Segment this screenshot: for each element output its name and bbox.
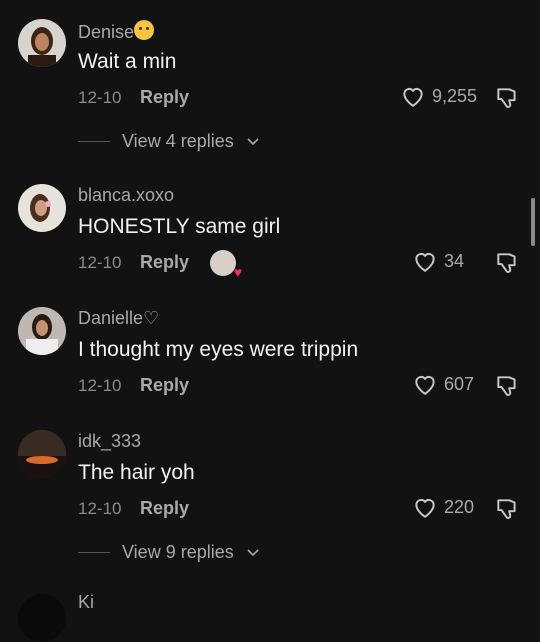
heart-icon (415, 376, 435, 395)
like-button[interactable]: 34 (412, 249, 464, 273)
username[interactable]: blanca.xoxo (78, 185, 174, 206)
comment-date: 12-10 (78, 499, 122, 518)
avatar[interactable] (18, 307, 66, 355)
heart-icon: ♥ (233, 264, 242, 280)
like-button[interactable]: 607 (412, 372, 474, 396)
chevron-down-icon (247, 548, 259, 556)
avatar[interactable] (18, 184, 66, 232)
heart-icon (415, 253, 435, 272)
like-button[interactable]: 220 (412, 495, 474, 519)
dislike-icon[interactable] (494, 373, 520, 399)
creator-liked-avatar: ♥ (210, 250, 242, 280)
comment-text: The hair yoh (78, 461, 195, 484)
heart-icon (403, 88, 423, 107)
avatar-image (18, 19, 66, 67)
dislike-icon[interactable] (494, 250, 520, 276)
dislike-icon[interactable] (494, 496, 520, 522)
comment-text: HONESTLY same girl (78, 215, 281, 238)
smiling-face-emoji-icon (134, 20, 155, 40)
view-replies-button[interactable]: View 9 replies (78, 542, 260, 563)
username[interactable]: idk_333 (78, 431, 141, 452)
comment-date: 12-10 (78, 88, 122, 107)
heart-icon (415, 499, 435, 518)
username[interactable]: Ki (78, 592, 94, 613)
reply-button[interactable]: Reply (140, 252, 189, 273)
view-replies-button[interactable]: View 4 replies (78, 131, 260, 152)
chevron-down-icon (247, 137, 259, 145)
reply-button[interactable]: Reply (140, 375, 189, 396)
comment-text: Wait a min (78, 50, 177, 73)
avatar-image (18, 430, 66, 478)
like-count: 220 (444, 496, 475, 517)
avatar[interactable] (18, 594, 66, 642)
dislike-icon[interactable] (494, 85, 520, 111)
like-button[interactable]: 9,255 (400, 84, 477, 108)
username[interactable]: Denise (78, 20, 155, 43)
avatar-image (18, 184, 66, 232)
divider-line (78, 141, 110, 142)
username[interactable]: Danielle♡ (78, 308, 159, 329)
comment-date: 12-10 (78, 253, 122, 272)
avatar-image (18, 307, 66, 355)
reply-button[interactable]: Reply (140, 87, 189, 108)
like-count: 9,255 (432, 85, 478, 106)
avatar[interactable] (18, 19, 66, 67)
comment-text: I thought my eyes were trippin (78, 338, 359, 361)
avatar[interactable] (18, 430, 66, 478)
like-count: 607 (444, 373, 475, 394)
divider-line (78, 552, 110, 553)
like-count: 34 (444, 250, 465, 271)
scrollbar[interactable] (531, 198, 535, 246)
comment-date: 12-10 (78, 376, 122, 395)
reply-button[interactable]: Reply (140, 498, 189, 519)
